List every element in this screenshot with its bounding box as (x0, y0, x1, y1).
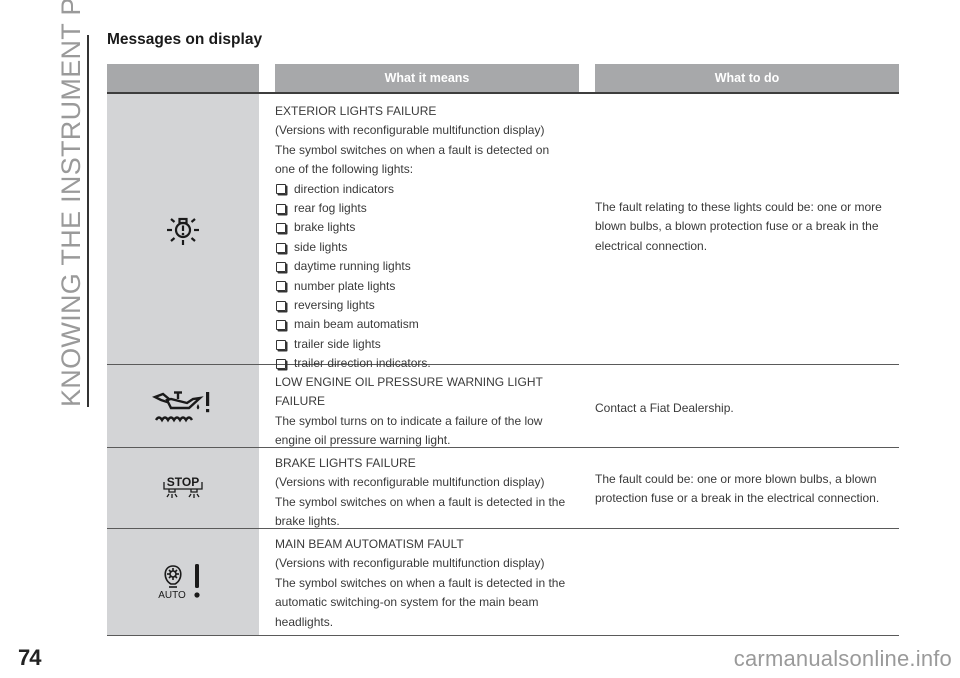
list-item-text: brake lights (294, 220, 356, 235)
checkbox-bullet-icon (276, 320, 286, 331)
message-line: The symbol switches on when a fault is d… (275, 494, 566, 529)
header-icon-column (107, 64, 259, 92)
list-item: number plate lights (275, 277, 579, 296)
list-item-text: direction indicators (294, 181, 395, 196)
message-title: LOW ENGINE OIL PRESSURE WARNING LIGHT FA… (275, 375, 543, 409)
action-cell: The fault relating to these lights could… (579, 94, 899, 364)
table-row: AUTO MAIN BEAM AUTOMATISM FAULT (Version… (107, 529, 899, 636)
checkbox-bullet-icon (276, 261, 286, 272)
message-line: The symbol turns on to indicate a failur… (275, 413, 543, 448)
icon-cell (107, 365, 259, 447)
exterior-lights-failure-icon (167, 217, 199, 245)
chapter-title: KNOWING THE INSTRUMENT PANEL (56, 0, 86, 407)
chapter-divider (87, 35, 89, 407)
watermark: carmanualsonline.info (733, 646, 952, 671)
list-item-text: reversing lights (294, 298, 375, 313)
checkbox-bullet-icon (276, 223, 286, 234)
message-line: one of the following lights: (275, 162, 414, 177)
section-title: Messages on display (107, 31, 263, 48)
meaning-cell: BRAKE LIGHTS FAILURE (Versions with reco… (259, 448, 579, 528)
action-cell (579, 529, 899, 635)
checkbox-bullet-icon (276, 203, 286, 214)
message-title: MAIN BEAM AUTOMATISM FAULT (275, 537, 464, 551)
list-item: brake lights (275, 218, 579, 237)
auto-icon-label: AUTO (158, 590, 186, 601)
table-row: LOW ENGINE OIL PRESSURE WARNING LIGHT FA… (107, 365, 899, 448)
list-item-text: number plate lights (294, 278, 396, 293)
action-text: The fault could be: one or more blown bu… (595, 471, 880, 505)
checkbox-bullet-icon (276, 242, 286, 253)
meaning-cell: LOW ENGINE OIL PRESSURE WARNING LIGHT FA… (259, 365, 579, 447)
list-item: rear fog lights (275, 199, 579, 218)
list-item: daytime running lights (275, 257, 579, 276)
header-what-it-means: What it means (275, 64, 579, 92)
meaning-cell: MAIN BEAM AUTOMATISM FAULT (Versions wit… (259, 529, 579, 635)
action-cell: Contact a Fiat Dealership. (579, 365, 899, 447)
stop-icon-label: STOP (167, 475, 199, 489)
list-item-text: side lights (294, 239, 348, 254)
action-cell: The fault could be: one or more blown bu… (579, 448, 899, 528)
page-number: 74 (18, 645, 42, 670)
action-text: The fault relating to these lights could… (595, 199, 882, 253)
header-what-to-do: What to do (595, 64, 899, 92)
messages-table: What it means What to do EXTERIOR LIGHTS… (107, 64, 899, 636)
message-line: (Versions with reconfigurable multifunct… (275, 475, 545, 490)
checkbox-bullet-icon (276, 339, 286, 350)
brake-lights-stop-icon: STOP (163, 475, 203, 498)
oil-pressure-warning-icon (152, 391, 210, 423)
list-item-text: main beam automatism (294, 317, 419, 332)
main-beam-auto-fault-icon: AUTO (158, 564, 200, 601)
icon-cell: STOP (107, 448, 259, 528)
action-text: Contact a Fiat Dealership. (595, 401, 734, 416)
message-line: The symbol switches on when a fault is d… (275, 142, 550, 157)
list-item-text: rear fog lights (294, 201, 367, 216)
list-item: main beam automatism (275, 315, 579, 334)
message-title: BRAKE LIGHTS FAILURE (275, 456, 416, 470)
icon-cell (107, 94, 259, 364)
table-header: What it means What to do (107, 64, 899, 92)
table-row: STOP BRAKE LIGHTS FAILURE (Versions with… (107, 448, 899, 529)
table-row: EXTERIOR LIGHTS FAILURE (Versions with r… (107, 94, 899, 370)
list-item: reversing lights (275, 296, 579, 315)
message-title: EXTERIOR LIGHTS FAILURE (275, 104, 437, 118)
checkbox-bullet-icon (276, 281, 286, 292)
list-item: direction indicators (275, 180, 579, 199)
list-item-text: daytime running lights (294, 259, 411, 274)
icon-cell: AUTO (107, 529, 259, 635)
message-line: The symbol switches on when a fault is d… (275, 575, 566, 629)
list-item: side lights (275, 238, 579, 257)
message-line: (Versions with reconfigurable multifunct… (275, 556, 545, 571)
checkbox-bullet-icon (276, 300, 286, 311)
list-item: trailer side lights (275, 335, 579, 354)
message-line: (Versions with reconfigurable multifunct… (275, 123, 545, 138)
checkbox-bullet-icon (276, 184, 286, 195)
list-item-text: trailer side lights (294, 336, 381, 351)
meaning-cell: EXTERIOR LIGHTS FAILURE (Versions with r… (259, 94, 579, 370)
